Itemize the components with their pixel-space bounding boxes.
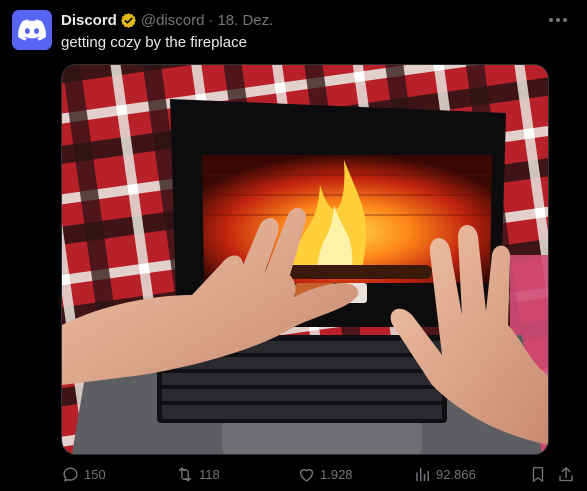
author-handle[interactable]: @discord xyxy=(141,12,205,29)
share-button[interactable] xyxy=(557,462,575,486)
share-icon xyxy=(559,466,573,481)
separator-dot: · xyxy=(208,11,214,29)
reply-icon xyxy=(63,466,78,482)
reply-button[interactable]: 150 xyxy=(61,462,106,486)
heart-icon xyxy=(299,468,314,482)
reply-count: 150 xyxy=(84,466,106,482)
views-icon xyxy=(416,467,429,481)
like-button[interactable]: 1.928 xyxy=(297,462,353,486)
retweet-button[interactable]: 118 xyxy=(175,462,220,486)
avatar[interactable] xyxy=(12,10,52,50)
more-icon[interactable] xyxy=(544,11,572,29)
verified-gold-badge-icon[interactable] xyxy=(120,12,137,29)
author-name[interactable]: Discord xyxy=(61,12,117,29)
retweet-icon xyxy=(178,466,192,482)
tweet-actions: 150 118 1.928 92.866 xyxy=(61,462,576,486)
retweet-count: 118 xyxy=(199,466,220,482)
tweet-date[interactable]: 18. Dez. xyxy=(217,12,273,29)
tweet-media[interactable] xyxy=(61,64,549,455)
like-count: 1.928 xyxy=(320,466,353,482)
discord-logo-icon xyxy=(18,19,46,41)
photo-hands-on-laptop-fireplace xyxy=(62,65,548,454)
bookmark-icon xyxy=(532,466,544,482)
views-button[interactable]: 92.866 xyxy=(414,462,476,486)
views-count: 92.866 xyxy=(436,466,476,482)
bookmark-button[interactable] xyxy=(529,462,547,486)
tweet-header: Discord @discord · 18. Dez. xyxy=(61,10,273,30)
tweet-text: getting cozy by the fireplace xyxy=(61,34,247,51)
